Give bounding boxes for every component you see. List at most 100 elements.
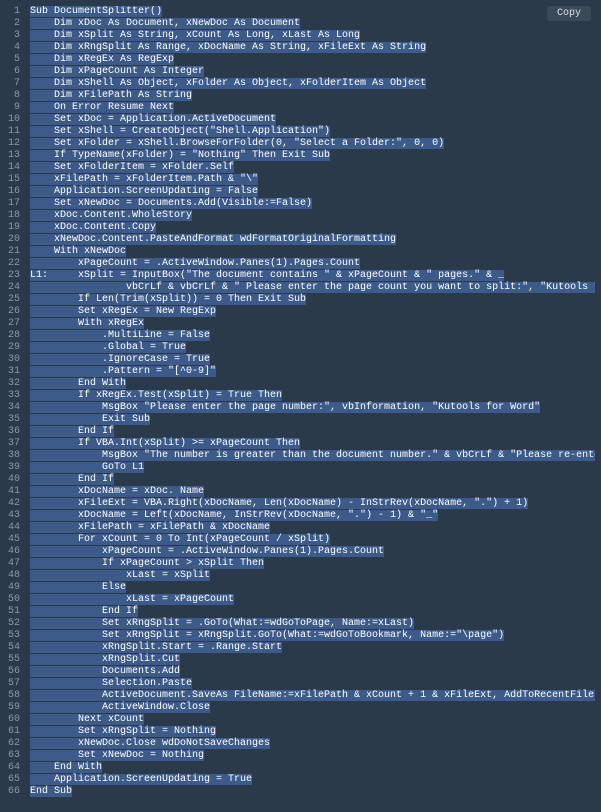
code-line: Set xNewDoc = Nothing [28,750,595,762]
line-number: 45 [6,534,20,546]
code-text: Application.ScreenUpdating = True [30,774,252,785]
code-text: On Error Resume Next [30,102,174,113]
code-text: xNewDoc.Content.PasteAndFormat wdFormatO… [30,234,396,245]
code-line: ActiveDocument.SaveAs FileName:=xFilePat… [28,690,595,702]
code-text: Dim xDoc As Document, xNewDoc As Documen… [30,18,300,29]
code-text: xDocName = xDoc. Name [30,486,204,497]
code-line: Application.ScreenUpdating = True [28,774,595,786]
code-line: xDoc.Content.Copy [28,222,595,234]
code-text: .Pattern = "[^0-9]" [30,366,216,377]
code-line: Dim xRngSplit As Range, xDocName As Stri… [28,42,595,54]
code-line: End Sub [28,786,595,798]
line-number: 46 [6,546,20,558]
code-line: Dim xRegEx As RegExp [28,54,595,66]
code-text: MsgBox "The number is greater than the d… [30,450,595,461]
line-number: 50 [6,594,20,606]
line-number: 26 [6,306,20,318]
line-number: 62 [6,738,20,750]
code-text: xLast = xSplit [30,570,210,581]
code-line: End With [28,762,595,774]
code-line: xFilePath = xFilePath & xDocName [28,522,595,534]
line-number: 17 [6,198,20,210]
line-number: 24 [6,282,20,294]
line-number: 53 [6,630,20,642]
code-text: vbCrLf & vbCrLf & " Please enter the pag… [30,282,595,293]
code-line: xDoc.Content.WholeStory [28,210,595,222]
code-text: L1: xSplit = InputBox("The document cont… [30,270,504,281]
line-number: 57 [6,678,20,690]
code-line: GoTo L1 [28,462,595,474]
code-text: If VBA.Int(xSplit) >= xPageCount Then [30,438,300,449]
code-line: Else [28,582,595,594]
code-line: ActiveWindow.Close [28,702,595,714]
code-line: If xRegEx.Test(xSplit) = True Then [28,390,595,402]
code-text: .Global = True [30,342,186,353]
line-number: 9 [6,102,20,114]
line-number: 44 [6,522,20,534]
code-line: .Global = True [28,342,595,354]
line-number: 20 [6,234,20,246]
code-line: Application.ScreenUpdating = False [28,186,595,198]
code-line: Next xCount [28,714,595,726]
line-number: 19 [6,222,20,234]
line-number: 63 [6,750,20,762]
code-text: xFilePath = xFolderItem.Path & "\" [30,174,258,185]
line-number: 60 [6,714,20,726]
code-text: ActiveWindow.Close [30,702,210,713]
code-line: MsgBox "The number is greater than the d… [28,450,595,462]
code-line: Set xRngSplit = xRngSplit.GoTo(What:=wdG… [28,630,595,642]
code-line: Documents.Add [28,666,595,678]
line-number: 36 [6,426,20,438]
code-line: vbCrLf & vbCrLf & " Please enter the pag… [28,282,595,294]
line-number: 42 [6,498,20,510]
line-number: 43 [6,510,20,522]
code-text: xRngSplit.Start = .Range.Start [30,642,282,653]
code-text: Selection.Paste [30,678,192,689]
line-number: 66 [6,786,20,798]
line-number: 10 [6,114,20,126]
line-number: 8 [6,90,20,102]
code-line: If xPageCount > xSplit Then [28,558,595,570]
code-text: End With [30,762,102,773]
line-number: 23 [6,270,20,282]
line-number: 2 [6,18,20,30]
code-line: Dim xShell As Object, xFolder As Object,… [28,78,595,90]
line-number: 5 [6,54,20,66]
code-text: Set xRegEx = New RegExp [30,306,216,317]
code-text: ActiveDocument.SaveAs FileName:=xFilePat… [30,690,595,701]
code-text: xPageCount = .ActiveWindow.Panes(1).Page… [30,546,384,557]
code-line: If Len(Trim(xSplit)) = 0 Then Exit Sub [28,294,595,306]
line-number: 59 [6,702,20,714]
code-text: xLast = xPageCount [30,594,234,605]
code-line: With xRegEx [28,318,595,330]
code-text: xFileExt = VBA.Right(xDocName, Len(xDocN… [30,498,528,509]
code-line: Dim xSplit As String, xCount As Long, xL… [28,30,595,42]
code-line: End If [28,606,595,618]
line-number: 49 [6,582,20,594]
code-text: With xNewDoc [30,246,126,257]
line-number: 61 [6,726,20,738]
code-text: Set xNewDoc = Documents.Add(Visible:=Fal… [30,198,312,209]
code-line: Set xDoc = Application.ActiveDocument [28,114,595,126]
code-text: .IgnoreCase = True [30,354,210,365]
line-number: 55 [6,654,20,666]
line-number: 3 [6,30,20,42]
copy-button[interactable]: Copy [547,6,591,21]
code-line: Selection.Paste [28,678,595,690]
code-line: xNewDoc.Close wdDoNotSaveChanges [28,738,595,750]
code-line: Exit Sub [28,414,595,426]
code-line: Dim xDoc As Document, xNewDoc As Documen… [28,18,595,30]
code-text: Set xRngSplit = Nothing [30,726,216,737]
code-line: With xNewDoc [28,246,595,258]
code-text: Set xFolder = xShell.BrowseForFolder(0, … [30,138,444,149]
code-text: xFilePath = xFilePath & xDocName [30,522,270,533]
line-number: 65 [6,774,20,786]
line-number: 21 [6,246,20,258]
code-text: GoTo L1 [30,462,144,473]
code-line: If TypeName(xFolder) = "Nothing" Then Ex… [28,150,595,162]
line-numbers: 1234567891011121314151617181920212223242… [6,6,28,798]
code-text: Set xShell = CreateObject("Shell.Applica… [30,126,330,137]
line-number: 30 [6,354,20,366]
code-text: MsgBox "Please enter the page number:", … [30,402,540,413]
code-text: End If [30,606,138,617]
